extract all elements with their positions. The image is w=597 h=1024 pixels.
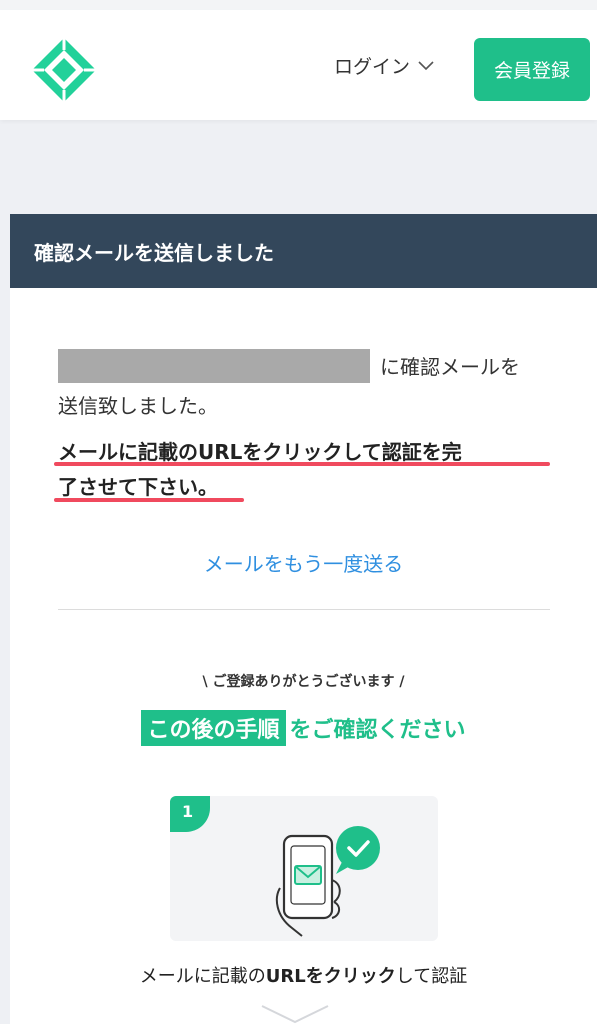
instruction-underline1: [54, 462, 550, 466]
next-steps-highlight: この後の手順: [141, 710, 286, 746]
chevron-down-icon: [261, 1005, 329, 1024]
step1-number-text: 1: [182, 802, 194, 821]
instruction-line1: メールに記載のURLをクリックして認証を完: [58, 440, 462, 464]
thanks-message: \ ご登録ありがとうございます /: [202, 674, 405, 690]
masked-email: [58, 349, 370, 383]
step1-caption-pre: メールに記載の: [139, 966, 266, 987]
step1-number: 1: [170, 796, 210, 832]
instruction-underline2: [54, 498, 244, 502]
step1-illustration-box: 1: [170, 796, 438, 941]
resend-email-link[interactable]: メールをもう一度送る: [10, 548, 597, 577]
resend-link-text: メールをもう一度送る: [203, 552, 404, 576]
card-title-text: 確認メールを送信しました: [34, 240, 274, 265]
login-label: ログイン: [334, 56, 411, 78]
sent-text-line2: 送信致しました。: [58, 394, 218, 418]
chevron-down-icon: [418, 60, 434, 70]
login-menu[interactable]: ログイン: [334, 52, 434, 79]
check-bubble-icon: [336, 826, 380, 874]
logo-icon[interactable]: [30, 36, 98, 104]
confirmation-card: 確認メールを送信しました に確認メールを 送信致しました。 メールに記載のURL…: [10, 214, 597, 1024]
register-label: 会員登録: [493, 60, 570, 82]
next-steps-heading: この後の手順 をご確認ください: [10, 710, 597, 746]
register-button[interactable]: 会員登録: [474, 38, 590, 101]
next-steps-rest: をご確認ください: [289, 718, 466, 743]
instruction-line2: 了させて下さい。: [58, 475, 218, 499]
site-header: ログイン 会員登録: [0, 10, 597, 120]
step1-caption-bold: URLをクリック: [265, 966, 396, 987]
step1-caption-post: して認証: [395, 966, 468, 987]
card-title: 確認メールを送信しました: [10, 214, 597, 288]
divider: [58, 609, 550, 610]
phone-mail-illustration: [275, 826, 380, 937]
sent-text-line1: に確認メールを: [380, 355, 520, 379]
step1-caption: メールに記載のURLをクリックして認証: [10, 962, 597, 988]
